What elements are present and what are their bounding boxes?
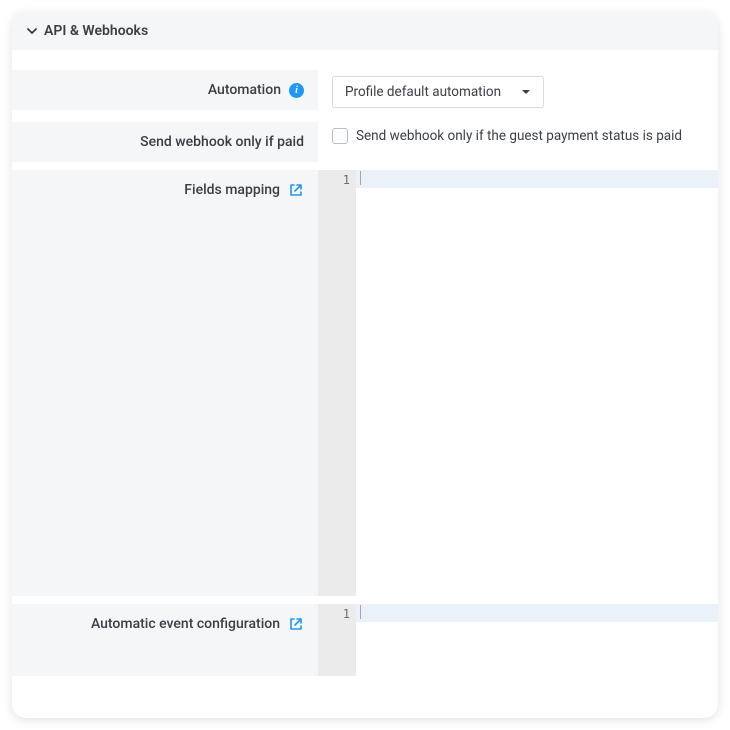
cursor-icon bbox=[360, 605, 361, 619]
label-automation: Automation i bbox=[12, 70, 318, 110]
label-text: Automatic event configuration bbox=[91, 616, 280, 632]
label-fields-mapping: Fields mapping bbox=[12, 170, 318, 596]
chevron-down-icon bbox=[26, 25, 38, 37]
section-body: Automation i Profile default automation … bbox=[12, 50, 718, 676]
value-automation: Profile default automation bbox=[318, 70, 718, 114]
auto-event-config-editor[interactable]: 1 bbox=[318, 604, 718, 676]
auto-event-config-editor-wrap: 1 bbox=[318, 604, 718, 676]
cursor-icon bbox=[360, 171, 361, 185]
label-text: Fields mapping bbox=[184, 182, 280, 198]
label-text: Automation bbox=[208, 82, 281, 98]
editor-code-area[interactable] bbox=[356, 170, 718, 596]
row-auto-event-config: Automatic event configuration 1 bbox=[12, 604, 718, 676]
active-line bbox=[356, 170, 718, 188]
fields-mapping-editor[interactable]: 1 bbox=[318, 170, 718, 596]
editor-code-area[interactable] bbox=[356, 604, 718, 676]
active-line bbox=[356, 604, 718, 622]
info-icon[interactable]: i bbox=[289, 83, 304, 98]
automation-select[interactable]: Profile default automation bbox=[332, 76, 544, 108]
row-fields-mapping: Fields mapping 1 bbox=[12, 170, 718, 596]
section-title: API & Webhooks bbox=[44, 23, 148, 39]
line-number: 1 bbox=[318, 607, 350, 621]
label-text: Send webhook only if paid bbox=[140, 134, 304, 150]
select-value: Profile default automation bbox=[345, 84, 501, 100]
external-link-icon[interactable] bbox=[288, 616, 304, 632]
send-webhook-paid-checkbox[interactable] bbox=[332, 128, 348, 144]
row-send-webhook-paid: Send webhook only if paid Send webhook o… bbox=[12, 122, 718, 162]
editor-gutter: 1 bbox=[318, 170, 356, 596]
row-automation: Automation i Profile default automation bbox=[12, 70, 718, 114]
send-webhook-paid-checkbox-label: Send webhook only if the guest payment s… bbox=[356, 128, 682, 144]
label-auto-event-config: Automatic event configuration bbox=[12, 604, 318, 676]
editor-gutter: 1 bbox=[318, 604, 356, 676]
external-link-icon[interactable] bbox=[288, 182, 304, 198]
label-send-webhook-paid: Send webhook only if paid bbox=[12, 122, 318, 162]
section-header-api-webhooks[interactable]: API & Webhooks bbox=[12, 12, 718, 50]
value-send-webhook-paid: Send webhook only if the guest payment s… bbox=[318, 122, 718, 150]
settings-card: API & Webhooks Automation i Profile defa… bbox=[12, 12, 718, 718]
caret-down-icon bbox=[521, 87, 531, 97]
fields-mapping-editor-wrap: 1 bbox=[318, 170, 718, 596]
line-number: 1 bbox=[318, 173, 350, 187]
